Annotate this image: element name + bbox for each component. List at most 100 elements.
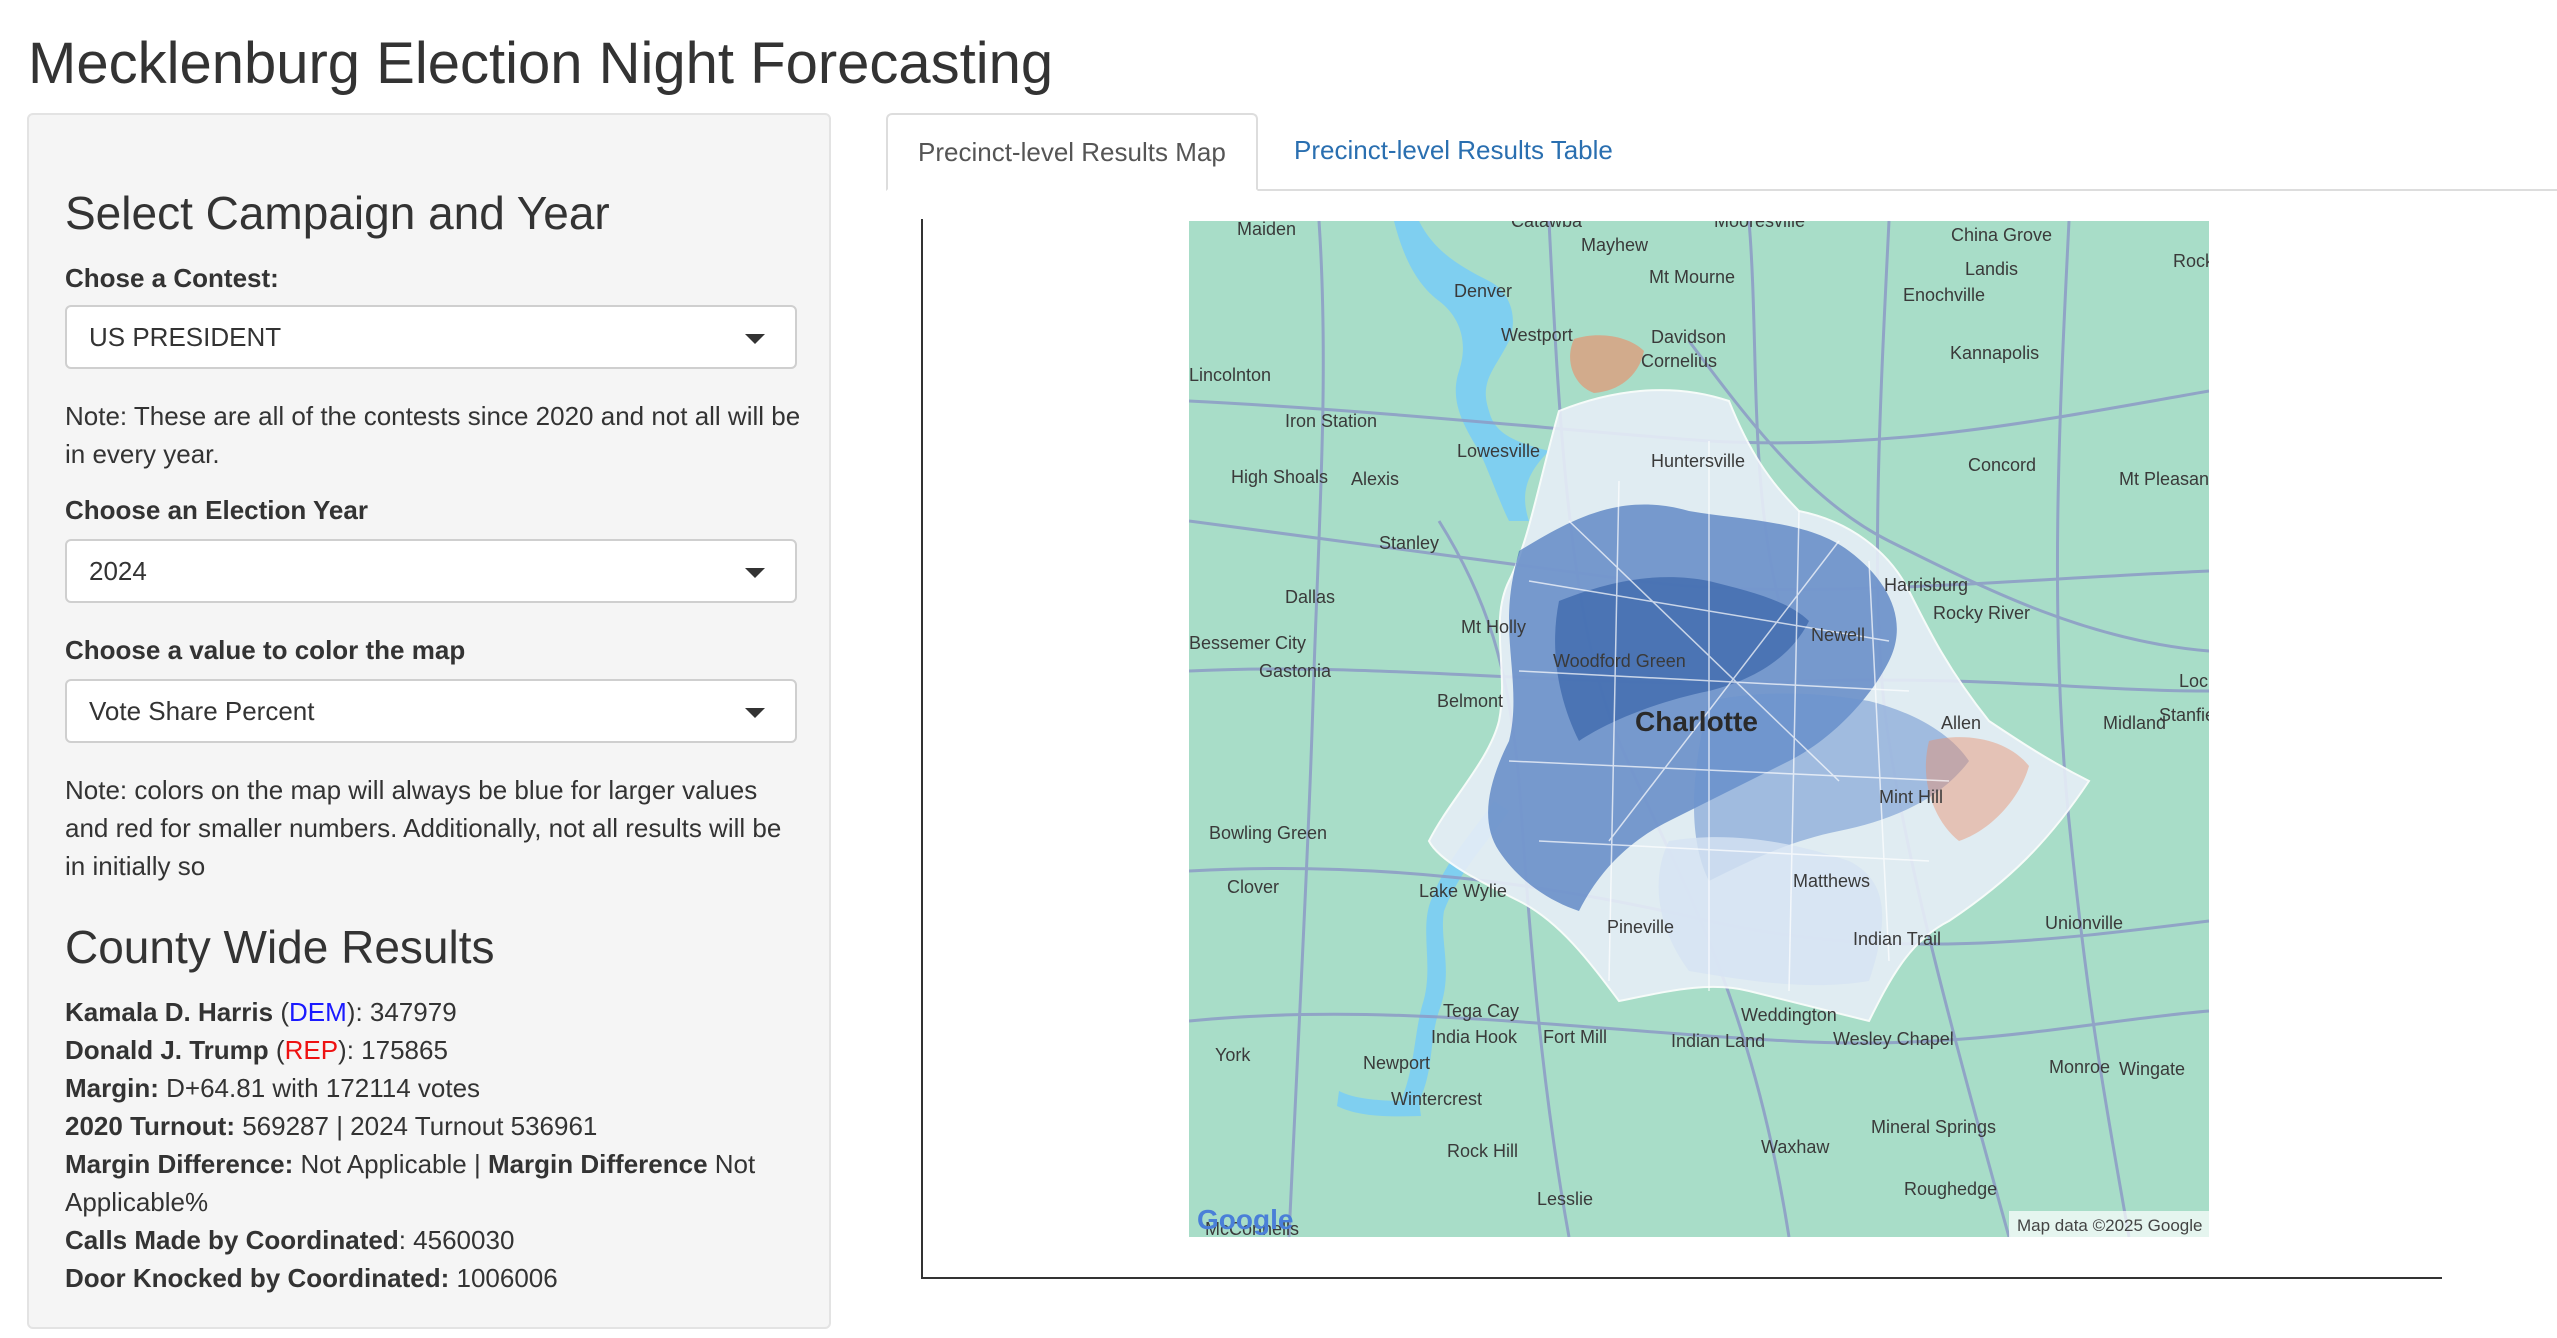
result-row-margin: Margin: D+64.81 with 172114 votes [65, 1069, 805, 1107]
place-label: Mayhew [1581, 235, 1649, 255]
turnout-label: 2020 Turnout: [65, 1111, 235, 1141]
place-label: Bowling Green [1209, 823, 1327, 843]
place-label: Gastonia [1259, 661, 1332, 681]
place-label: Bessemer City [1189, 633, 1306, 653]
candidate2-votes: 175865 [361, 1035, 448, 1065]
place-label: Unionville [2045, 913, 2123, 933]
place-label: Wesley Chapel [1833, 1029, 1954, 1049]
result-row-candidate1: Kamala D. Harris (DEM): 347979 [65, 997, 457, 1027]
place-label: Belmont [1437, 691, 1503, 711]
candidate1-votes: 347979 [369, 997, 457, 1027]
place-label: Lowesville [1457, 441, 1540, 461]
calls-label: Calls Made by Coordinated [65, 1225, 399, 1255]
place-label: China Grove [1951, 225, 2052, 245]
chevron-down-icon [745, 568, 765, 578]
color-note: Note: colors on the map will always be b… [65, 775, 782, 881]
place-label: Concord [1968, 455, 2036, 475]
place-label: Mint Hill [1879, 787, 1943, 807]
place-label: York [1215, 1045, 1251, 1065]
tab-results-table[interactable]: Precinct-level Results Table [1264, 113, 1643, 189]
place-label: Rocky River [1933, 603, 2030, 623]
place-label: Rock Hill [1447, 1141, 1518, 1161]
place-label: Waxhaw [1761, 1137, 1830, 1157]
doors-value: 1006006 [456, 1263, 558, 1293]
place-label: Wingate [2119, 1059, 2185, 1079]
place-label: Locust [2179, 671, 2209, 691]
map-attribution: Map data ©2025 Google [2017, 1216, 2203, 1235]
place-label: Stanley [1379, 533, 1439, 553]
year-label: Choose an Election Year [65, 495, 368, 525]
place-label: Alexis [1351, 469, 1399, 489]
place-label: Harrisburg [1884, 575, 1968, 595]
result-row-margin-difference: Margin Difference: Not Applicable | Marg… [65, 1145, 805, 1221]
tab-bar: Precinct-level Results Map Precinct-leve… [886, 113, 2557, 191]
result-row-calls: Calls Made by Coordinated: 4560030 [65, 1221, 805, 1259]
place-label: Matthews [1793, 871, 1870, 891]
color-value-select[interactable]: Vote Share Percent [65, 679, 797, 743]
place-label: Newport [1363, 1053, 1430, 1073]
place-label: Indian Trail [1853, 929, 1941, 949]
place-label: Westport [1501, 325, 1573, 345]
result-row-candidate2: Donald J. Trump (REP): 175865 [65, 1035, 448, 1065]
place-label: Davidson [1651, 327, 1726, 347]
turnout-value: 569287 | 2024 Turnout 536961 [242, 1111, 598, 1141]
place-label: Mooresville [1714, 221, 1805, 231]
place-label: Stanfield [2159, 705, 2209, 725]
place-label: Lincolnton [1189, 365, 1271, 385]
place-label: Mt Pleasant [2119, 469, 2209, 489]
place-label: Newell [1811, 625, 1865, 645]
party-rep: REP [284, 1035, 339, 1065]
place-label: Midland [2103, 713, 2166, 733]
place-label: Catawba [1511, 221, 1583, 231]
place-label: Lake Wylie [1419, 881, 1507, 901]
place-label: Weddington [1741, 1005, 1837, 1025]
place-label: Monroe [2049, 1057, 2110, 1077]
sidebar-heading: Select Campaign and Year [65, 187, 610, 239]
place-label: Mineral Springs [1871, 1117, 1996, 1137]
place-label: Huntersville [1651, 451, 1745, 471]
tab-results-map[interactable]: Precinct-level Results Map [886, 113, 1258, 191]
result-row-turnout: 2020 Turnout: 569287 | 2024 Turnout 5369… [65, 1107, 805, 1145]
place-label: Allen [1941, 713, 1981, 733]
chevron-down-icon [745, 708, 765, 718]
contest-label: Chose a Contest: [65, 263, 279, 293]
results-heading: County Wide Results [65, 921, 495, 973]
place-label: Maiden [1237, 221, 1296, 239]
color-value-select-value: Vote Share Percent [89, 696, 315, 726]
place-label: Dallas [1285, 587, 1335, 607]
year-select[interactable]: 2024 [65, 539, 797, 603]
page-title: Mecklenburg Election Night Forecasting [28, 31, 1054, 96]
place-label: Clover [1227, 877, 1279, 897]
place-label: India Hook [1431, 1027, 1518, 1047]
place-label: Denver [1454, 281, 1512, 301]
place-label: Cornelius [1641, 351, 1717, 371]
place-label: Rock [2173, 251, 2209, 271]
place-label: Mt Holly [1461, 617, 1526, 637]
doors-label: Door Knocked by Coordinated: [65, 1263, 450, 1293]
margin-value: D+64.81 with 172114 votes [166, 1073, 481, 1103]
candidate2-name: Donald J. Trump [65, 1035, 269, 1065]
contest-select[interactable]: US PRESIDENT [65, 305, 797, 369]
place-label: Enochville [1903, 285, 1985, 305]
contest-select-value: US PRESIDENT [89, 322, 282, 352]
chevron-down-icon [745, 334, 765, 344]
place-label: High Shoals [1231, 467, 1328, 487]
margin-diff-label2: Margin Difference [487, 1149, 708, 1179]
place-label: Fort Mill [1543, 1027, 1607, 1047]
precinct-results-map[interactable]: Maiden Mayhew Mooresville China Grove Mt… [1189, 221, 2209, 1237]
results-block: Kamala D. Harris (DEM): 347979 Donald J.… [65, 993, 805, 1297]
sidebar-panel: Select Campaign and Year Chose a Contest… [27, 113, 831, 1329]
place-label: Indian Land [1671, 1031, 1765, 1051]
place-label: Charlotte [1635, 706, 1758, 737]
candidate1-name: Kamala D. Harris [65, 997, 274, 1027]
party-dem: DEM [289, 997, 347, 1027]
color-value-label: Choose a value to color the map [65, 635, 466, 665]
calls-value: : 4560030 [398, 1225, 515, 1255]
place-label: Wintercrest [1391, 1089, 1482, 1109]
place-label: Landis [1965, 259, 2018, 279]
place-label: Tega Cay [1443, 1001, 1519, 1021]
place-label: Woodford Green [1553, 651, 1686, 671]
result-row-doors: Door Knocked by Coordinated: 1006006 [65, 1259, 805, 1297]
place-label: Iron Station [1285, 411, 1377, 431]
margin-label: Margin: [65, 1073, 159, 1103]
